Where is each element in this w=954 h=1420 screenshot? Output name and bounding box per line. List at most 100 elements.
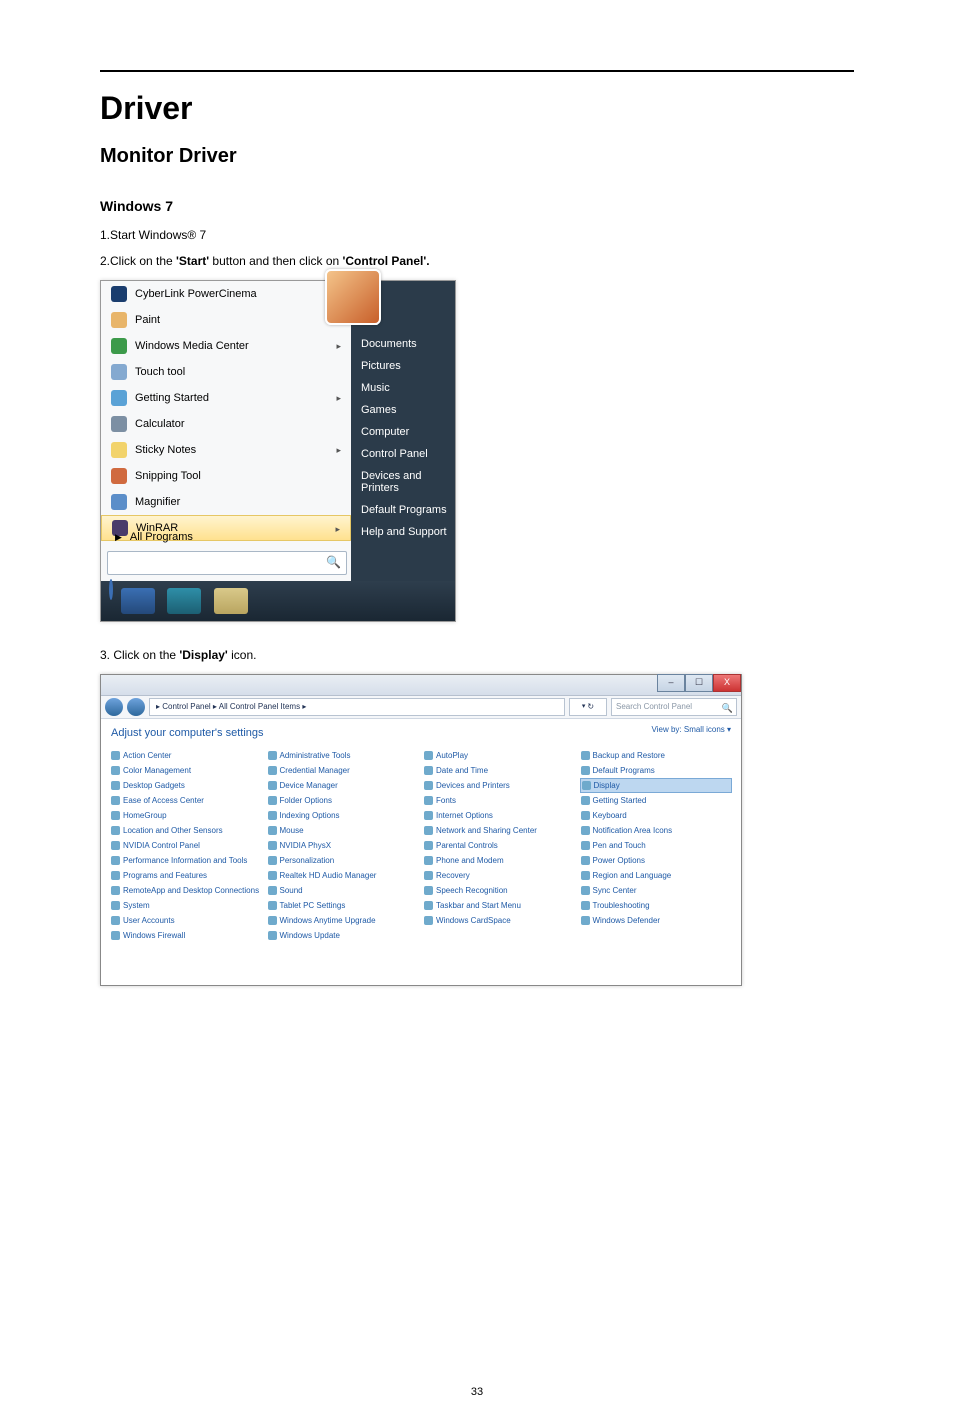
applet-icon xyxy=(424,751,433,760)
control-panel-item[interactable]: User Accounts xyxy=(111,914,262,927)
control-panel-item[interactable]: Recovery xyxy=(424,869,575,882)
control-panel-item[interactable]: Notification Area Icons xyxy=(581,824,732,837)
control-panel-item[interactable]: AutoPlay xyxy=(424,749,575,762)
control-panel-item-label: System xyxy=(123,901,150,910)
control-panel-item[interactable]: Folder Options xyxy=(268,794,419,807)
control-panel-item[interactable]: Performance Information and Tools xyxy=(111,854,262,867)
breadcrumb[interactable]: ▸ Control Panel ▸ All Control Panel Item… xyxy=(149,698,565,716)
window-maximize-button[interactable]: ☐ xyxy=(685,674,713,692)
start-menu-search-input[interactable]: 🔍 xyxy=(107,551,347,575)
control-panel-item[interactable]: Desktop Gadgets xyxy=(111,779,262,792)
control-panel-item[interactable]: Windows Firewall xyxy=(111,929,262,942)
start-menu-item[interactable]: Sticky Notes▸ xyxy=(101,437,351,463)
all-programs-row[interactable]: ▶ All Programs xyxy=(101,525,365,549)
control-panel-item[interactable]: Mouse xyxy=(268,824,419,837)
start-menu-right-item[interactable]: Help and Support xyxy=(351,521,455,543)
control-panel-item[interactable]: Pen and Touch xyxy=(581,839,732,852)
start-button[interactable] xyxy=(109,579,113,600)
applet-icon xyxy=(268,826,277,835)
control-panel-item[interactable]: Troubleshooting xyxy=(581,899,732,912)
control-panel-item[interactable]: Keyboard xyxy=(581,809,732,822)
control-panel-item[interactable]: Power Options xyxy=(581,854,732,867)
control-panel-item-label: Sound xyxy=(280,886,303,895)
start-menu-right-item[interactable]: Control Panel xyxy=(351,443,455,465)
user-avatar[interactable] xyxy=(325,269,381,325)
control-panel-item-label: Network and Sharing Center xyxy=(436,826,537,835)
start-menu-item-label: Sticky Notes xyxy=(135,444,196,456)
start-menu-item[interactable]: Getting Started▸ xyxy=(101,385,351,411)
control-panel-item[interactable]: NVIDIA PhysX xyxy=(268,839,419,852)
control-panel-item[interactable]: Windows Defender xyxy=(581,914,732,927)
start-menu-item[interactable]: CyberLink PowerCinema xyxy=(101,281,351,307)
start-menu-right-item[interactable]: Documents xyxy=(351,333,455,355)
control-panel-item[interactable]: Color Management xyxy=(111,764,262,777)
control-panel-item[interactable]: Devices and Printers xyxy=(424,779,575,792)
control-panel-item[interactable]: Date and Time xyxy=(424,764,575,777)
view-by-label[interactable]: View by: Small icons ▾ xyxy=(652,725,731,734)
applet-icon xyxy=(581,901,590,910)
step-2-mid: button and then click on xyxy=(209,254,342,268)
control-panel-item[interactable]: Display xyxy=(581,779,732,792)
start-menu-right-item[interactable]: Devices and Printers xyxy=(351,465,455,499)
window-minimize-button[interactable]: – xyxy=(657,674,685,692)
control-panel-item[interactable]: Taskbar and Start Menu xyxy=(424,899,575,912)
taskbar-explorer-icon[interactable] xyxy=(214,588,248,614)
control-panel-item-label: Backup and Restore xyxy=(593,751,666,760)
control-panel-item[interactable]: Location and Other Sensors xyxy=(111,824,262,837)
start-menu-right-item[interactable]: Default Programs xyxy=(351,499,455,521)
start-menu-item[interactable]: Touch tool xyxy=(101,359,351,385)
control-panel-item[interactable]: Realtek HD Audio Manager xyxy=(268,869,419,882)
start-menu-item-label: Touch tool xyxy=(135,366,185,378)
start-menu-right-item[interactable]: Music xyxy=(351,377,455,399)
start-menu-right-item[interactable]: Computer xyxy=(351,421,455,443)
control-panel-item[interactable]: NVIDIA Control Panel xyxy=(111,839,262,852)
control-panel-item[interactable]: Parental Controls xyxy=(424,839,575,852)
control-panel-item[interactable]: Internet Options xyxy=(424,809,575,822)
window-close-button[interactable]: X xyxy=(713,674,741,692)
control-panel-item[interactable]: Device Manager xyxy=(268,779,419,792)
start-menu-item[interactable]: Calculator xyxy=(101,411,351,437)
control-panel-item[interactable]: Network and Sharing Center xyxy=(424,824,575,837)
control-panel-item[interactable]: Personalization xyxy=(268,854,419,867)
start-menu-right-item[interactable]: Games xyxy=(351,399,455,421)
control-panel-item[interactable]: Getting Started xyxy=(581,794,732,807)
applet-icon xyxy=(268,931,277,940)
control-panel-search-input[interactable]: Search Control Panel 🔍 xyxy=(611,698,737,716)
control-panel-item[interactable]: Programs and Features xyxy=(111,869,262,882)
control-panel-item[interactable]: Default Programs xyxy=(581,764,732,777)
control-panel-item[interactable]: Phone and Modem xyxy=(424,854,575,867)
start-menu-right-item[interactable]: Pictures xyxy=(351,355,455,377)
control-panel-item[interactable]: Administrative Tools xyxy=(268,749,419,762)
applet-icon xyxy=(424,781,433,790)
control-panel-item[interactable]: Backup and Restore xyxy=(581,749,732,762)
control-panel-item[interactable]: Speech Recognition xyxy=(424,884,575,897)
step-1: 1.Start Windows® 7 xyxy=(100,228,854,242)
control-panel-item[interactable]: Credential Manager xyxy=(268,764,419,777)
control-panel-item[interactable]: HomeGroup xyxy=(111,809,262,822)
control-panel-item[interactable]: Region and Language xyxy=(581,869,732,882)
control-panel-item[interactable]: Ease of Access Center xyxy=(111,794,262,807)
control-panel-item[interactable]: System xyxy=(111,899,262,912)
control-panel-item[interactable]: Sound xyxy=(268,884,419,897)
control-panel-item[interactable]: Windows Update xyxy=(268,929,419,942)
control-panel-item-label: Taskbar and Start Menu xyxy=(436,901,521,910)
applet-icon xyxy=(268,886,277,895)
start-menu-item[interactable]: Snipping Tool xyxy=(101,463,351,489)
start-menu-screenshot: CyberLink PowerCinemaPaint▸Windows Media… xyxy=(100,280,456,622)
control-panel-item[interactable]: Indexing Options xyxy=(268,809,419,822)
nav-forward-button[interactable] xyxy=(127,698,145,716)
control-panel-item[interactable]: Sync Center xyxy=(581,884,732,897)
control-panel-item[interactable]: Windows Anytime Upgrade xyxy=(268,914,419,927)
nav-back-button[interactable] xyxy=(105,698,123,716)
control-panel-item[interactable]: Action Center xyxy=(111,749,262,762)
control-panel-item[interactable]: RemoteApp and Desktop Connections xyxy=(111,884,262,897)
control-panel-item[interactable]: Windows CardSpace xyxy=(424,914,575,927)
control-panel-item[interactable]: Fonts xyxy=(424,794,575,807)
start-menu-item[interactable]: Magnifier xyxy=(101,489,351,515)
refresh-button[interactable]: ▾ ↻ xyxy=(569,698,607,716)
control-panel-item-label: Troubleshooting xyxy=(593,901,650,910)
control-panel-item[interactable]: Tablet PC Settings xyxy=(268,899,419,912)
taskbar-wmp-icon[interactable] xyxy=(167,588,201,614)
start-menu-item[interactable]: Paint▸ xyxy=(101,307,351,333)
start-menu-item[interactable]: Windows Media Center▸ xyxy=(101,333,351,359)
